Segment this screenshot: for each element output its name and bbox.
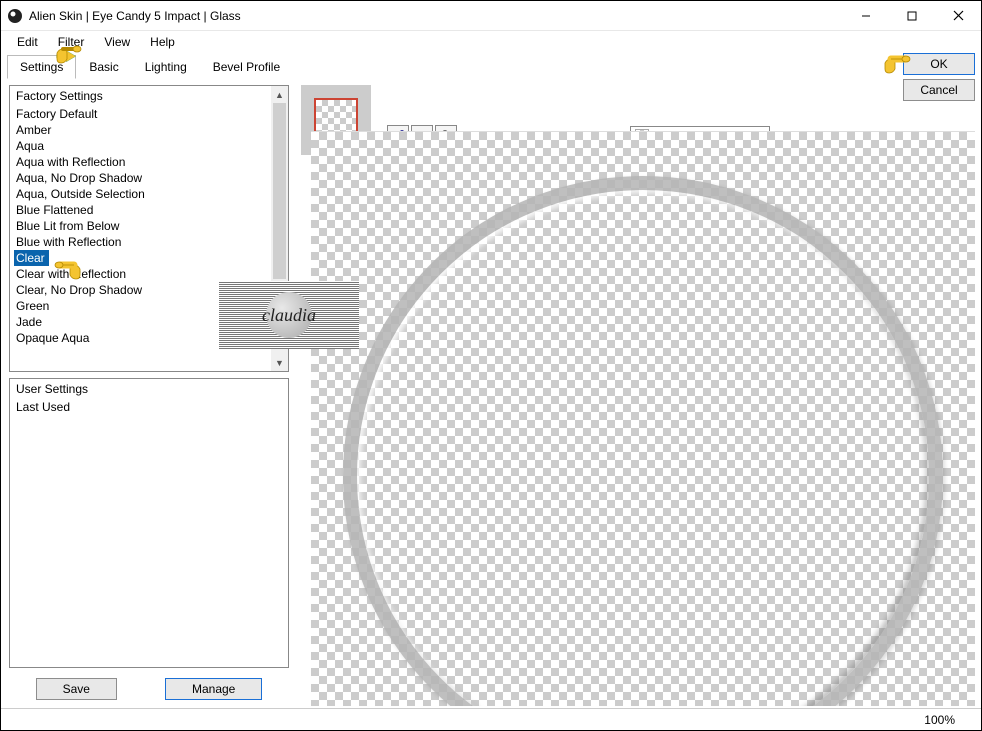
minimize-button[interactable] xyxy=(843,1,889,31)
tab-basic[interactable]: Basic xyxy=(76,55,131,79)
cancel-button[interactable]: Cancel xyxy=(903,79,975,101)
scroll-down-icon[interactable]: ▼ xyxy=(271,354,288,371)
title-bar: Alien Skin | Eye Candy 5 Impact | Glass xyxy=(1,1,981,31)
list-item[interactable]: Blue with Reflection xyxy=(10,234,288,250)
tab-settings[interactable]: Settings xyxy=(7,55,76,79)
list-item[interactable]: Aqua, No Drop Shadow xyxy=(10,170,288,186)
preview-canvas[interactable] xyxy=(311,131,975,706)
close-button[interactable] xyxy=(935,1,981,31)
menu-view[interactable]: View xyxy=(94,33,140,51)
ok-button[interactable]: OK xyxy=(903,53,975,75)
list-item[interactable]: Last Used xyxy=(10,399,288,415)
menu-bar: Edit Filter View Help xyxy=(1,31,981,53)
user-settings-list[interactable]: User Settings Last Used xyxy=(9,378,289,668)
list-item[interactable]: Amber xyxy=(10,122,288,138)
menu-help[interactable]: Help xyxy=(140,33,185,51)
list-item[interactable]: Aqua with Reflection xyxy=(10,154,288,170)
menu-edit[interactable]: Edit xyxy=(7,33,48,51)
save-button[interactable]: Save xyxy=(36,678,117,700)
glass-ring-preview xyxy=(343,176,943,706)
tab-lighting[interactable]: Lighting xyxy=(132,55,200,79)
claudia-watermark: claudia xyxy=(219,281,359,349)
maximize-button[interactable] xyxy=(889,1,935,31)
tab-bar: Settings Basic Lighting Bevel Profile xyxy=(1,55,981,79)
list-item[interactable]: Aqua xyxy=(10,138,288,154)
user-settings-header: User Settings xyxy=(10,379,288,399)
list-item[interactable]: Factory Default xyxy=(10,106,288,122)
settings-panel: Factory Settings Factory Default Amber A… xyxy=(9,85,289,700)
list-item[interactable]: Clear with Reflection xyxy=(10,266,288,282)
scroll-thumb[interactable] xyxy=(273,103,286,279)
window-title: Alien Skin | Eye Candy 5 Impact | Glass xyxy=(29,9,843,23)
status-bar: 100% xyxy=(1,708,981,730)
menu-filter[interactable]: Filter xyxy=(48,33,95,51)
tab-bevel-profile[interactable]: Bevel Profile xyxy=(200,55,293,79)
list-item[interactable]: Aqua, Outside Selection xyxy=(10,186,288,202)
list-item-selected[interactable]: Clear xyxy=(14,250,49,266)
list-item[interactable]: Blue Lit from Below xyxy=(10,218,288,234)
list-item[interactable]: Blue Flattened xyxy=(10,202,288,218)
factory-settings-header: Factory Settings xyxy=(10,86,288,106)
window-controls xyxy=(843,1,981,31)
manage-button[interactable]: Manage xyxy=(165,678,262,700)
app-icon xyxy=(7,8,23,24)
zoom-level: 100% xyxy=(924,713,955,727)
scroll-up-icon[interactable]: ▲ xyxy=(271,86,288,103)
